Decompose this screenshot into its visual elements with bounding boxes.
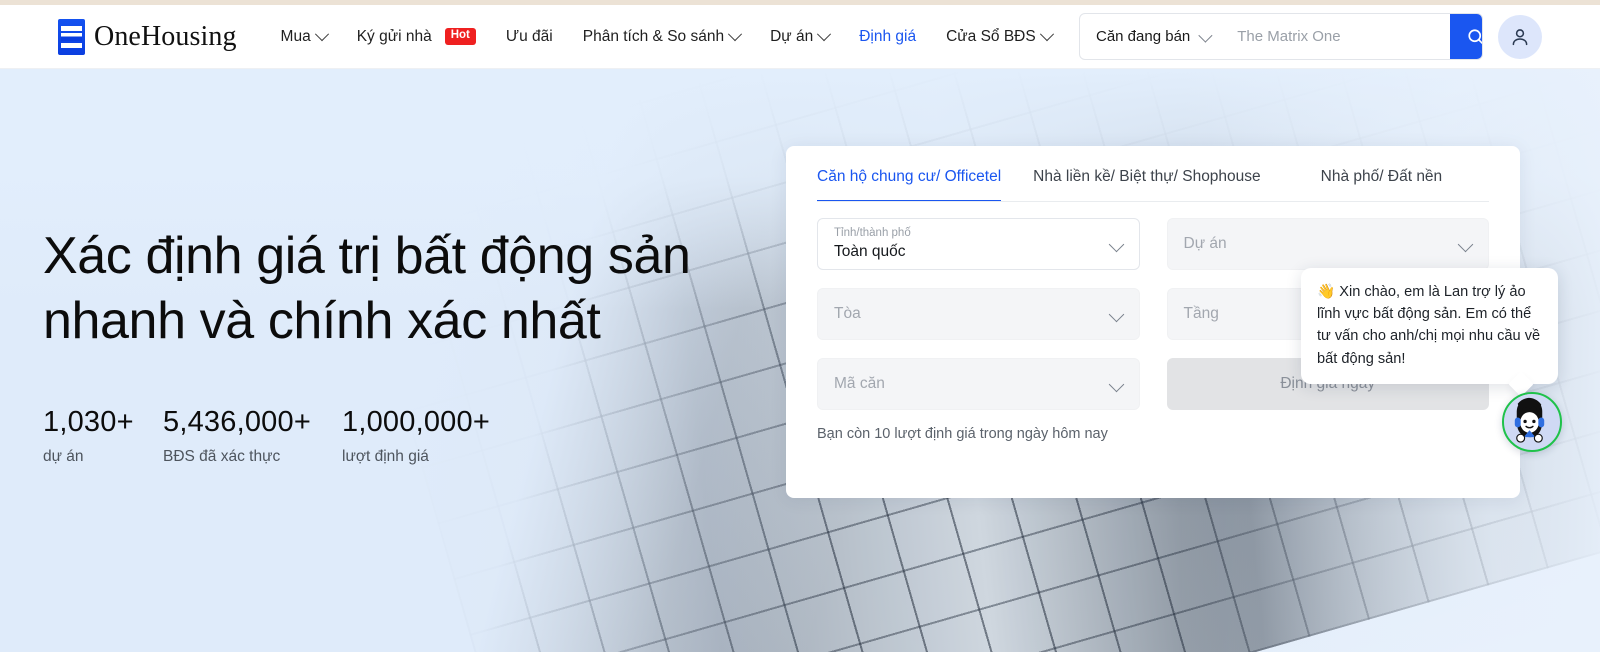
tab-label: Nhà phố/ Đất nền (1320, 168, 1443, 185)
hot-badge: Hot (444, 28, 476, 45)
chevron-down-icon (817, 26, 832, 41)
tab-label: Căn hộ chung cư/ Officetel (817, 168, 1002, 185)
stat-label: dự án (43, 448, 84, 466)
stat-value: 5,436,000+ (163, 406, 311, 438)
primary-nav: Mua Ký gửi nhà Hot Ưu đãi Phân tích & So… (266, 17, 1067, 57)
stat-label: BĐS đã xác thực (163, 448, 281, 466)
brand-name: OneHousing (94, 20, 237, 52)
project-select[interactable]: Dự án (1166, 218, 1489, 270)
chevron-down-icon (314, 26, 329, 41)
search-category-value: Căn đang bán (1096, 28, 1191, 45)
chevron-down-icon (1457, 236, 1474, 253)
onehousing-logo-icon (58, 18, 85, 55)
nav-item-label: Ký gửi nhà (356, 27, 432, 45)
nav-item-mua[interactable]: Mua (266, 17, 342, 57)
province-label: Tỉnh/thành phố (834, 227, 911, 240)
unit-code-select[interactable]: Mã căn (817, 358, 1140, 410)
nav-item-phan-tich-so-sanh[interactable]: Phân tích & So sánh (568, 17, 755, 57)
unit-code-placeholder: Mã căn (834, 375, 885, 392)
page-title: Xác định giá trị bất động sản nhanh và c… (43, 224, 803, 354)
floor-placeholder: Tầng (1183, 305, 1219, 322)
valuation-quota-text: Bạn còn 10 lượt định giá trong ngày hôm … (817, 426, 1108, 442)
chat-assistant-button[interactable] (1502, 392, 1562, 452)
hero-title-line-2: nhanh và chính xác nhất (43, 292, 601, 350)
nav-item-label: Định giá (859, 27, 917, 45)
province-value: Toàn quốc (834, 242, 906, 260)
tabs-divider (817, 201, 1489, 202)
account-button[interactable] (1498, 14, 1542, 59)
tab-can-ho-chung-cu[interactable]: Căn hộ chung cư/ Officetel (817, 168, 1002, 202)
page-root: OneHousing Mua Ký gửi nhà Hot Ưu đãi Phâ… (0, 0, 1600, 652)
hero-copy: Xác định giá trị bất động sản nhanh và c… (43, 224, 803, 466)
search-submit-button[interactable] (1450, 14, 1482, 59)
chat-assistant-tooltip: 👋 Xin chào, em là Lan trợ lý ảo lĩnh vực… (1301, 268, 1558, 384)
province-select[interactable]: Tỉnh/thành phố Toàn quốc (817, 218, 1140, 270)
hero-title-line-1: Xác định giá trị bất động sản (43, 227, 691, 285)
chevron-down-icon (1108, 306, 1124, 323)
stat-item: 1,000,000+ lượt định giá (342, 406, 542, 466)
nav-item-du-an[interactable]: Dự án (755, 17, 844, 57)
stat-label: lượt định giá (342, 448, 429, 466)
chat-assistant-avatar-icon (1504, 394, 1555, 445)
chevron-down-icon (1108, 236, 1124, 253)
tab-nha-lien-ke[interactable]: Nhà liền kề/ Biệt thự/ Shophouse (1033, 168, 1261, 202)
valuation-tabs: Căn hộ chung cư/ Officetel Nhà liền kề/ … (786, 146, 1520, 202)
stat-value: 1,000,000+ (342, 406, 490, 438)
nav-item-label: Ưu đãi (505, 27, 553, 45)
global-search-box: Căn đang bán (1079, 13, 1483, 60)
nav-item-ky-gui-nha[interactable]: Ký gửi nhà Hot (342, 17, 491, 57)
hero-stats: 1,030+ dự án 5,436,000+ BĐS đã xác thực … (43, 406, 803, 466)
chevron-down-icon (728, 26, 743, 41)
nav-item-label: Cửa Sổ BĐS (946, 27, 1036, 45)
nav-item-label: Phân tích & So sánh (582, 27, 725, 45)
stat-item: 1,030+ dự án (43, 406, 163, 466)
tower-select[interactable]: Tòa (817, 288, 1140, 340)
nav-item-label: Mua (280, 27, 311, 45)
tower-placeholder: Tòa (834, 305, 861, 322)
navbar-search-area: Căn đang bán (1079, 13, 1542, 60)
nav-item-label: Dự án (770, 27, 814, 45)
stat-value: 1,030+ (43, 406, 134, 438)
search-input[interactable] (1223, 14, 1451, 59)
main-navbar: OneHousing Mua Ký gửi nhà Hot Ưu đãi Phâ… (0, 5, 1600, 69)
search-category-select[interactable]: Căn đang bán (1080, 14, 1223, 59)
nav-item-dinh-gia[interactable]: Định giá (844, 17, 931, 57)
brand-logo-link[interactable]: OneHousing (58, 18, 237, 55)
chevron-down-icon (1108, 376, 1124, 393)
chevron-down-icon (1039, 26, 1054, 41)
chevron-down-icon (1198, 28, 1213, 43)
nav-item-cua-so-bds[interactable]: Cửa Sổ BĐS (931, 17, 1067, 57)
user-avatar-icon (1512, 28, 1528, 45)
tab-nha-pho-dat-nen[interactable]: Nhà phố/ Đất nền (1321, 168, 1443, 202)
tab-label: Nhà liền kề/ Biệt thự/ Shophouse (1033, 168, 1261, 185)
nav-item-uu-dai[interactable]: Ưu đãi (491, 17, 568, 57)
stat-item: 5,436,000+ BĐS đã xác thực (163, 406, 342, 466)
search-icon (1468, 28, 1482, 44)
project-placeholder: Dự án (1183, 235, 1227, 252)
